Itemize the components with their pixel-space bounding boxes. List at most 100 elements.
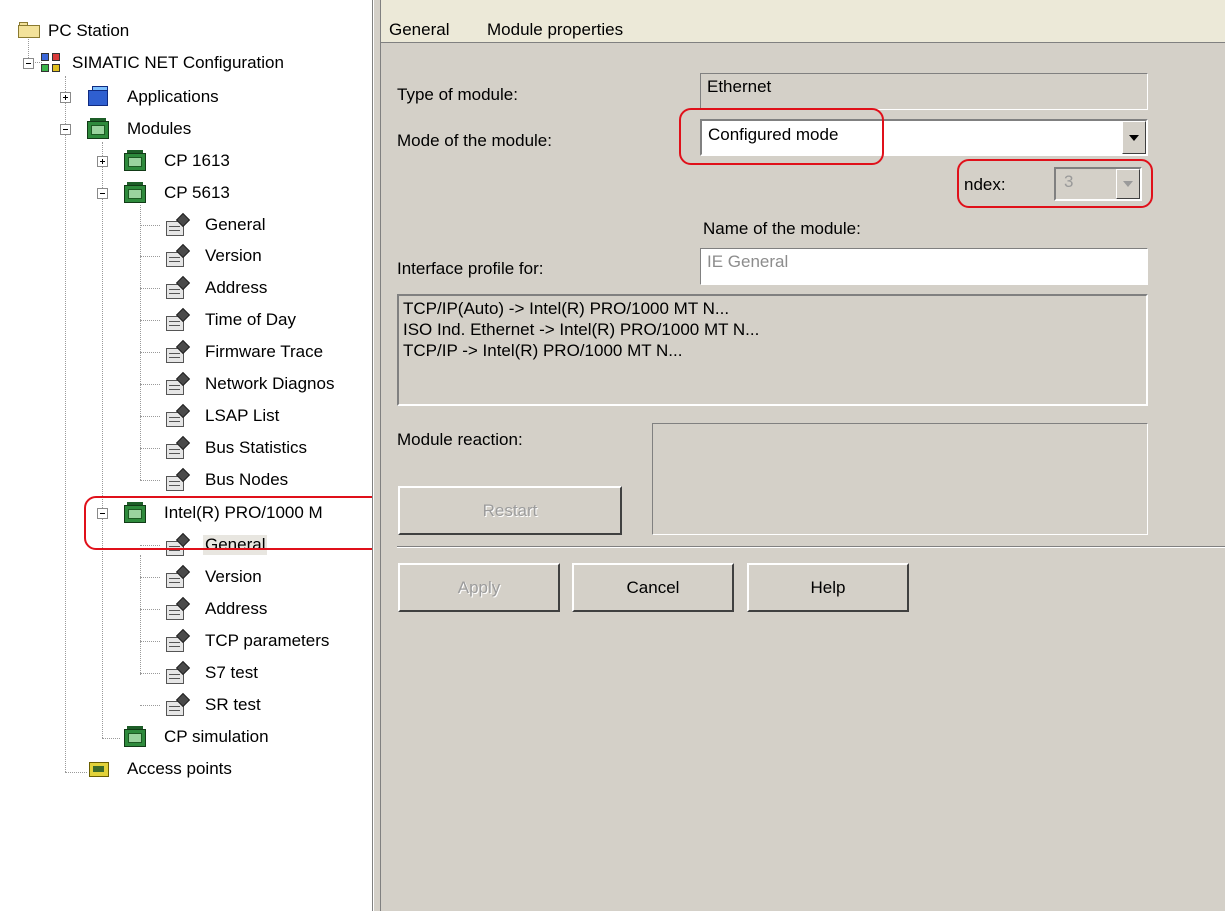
tree-connector [140,577,160,578]
tab-general[interactable]: General [389,20,449,40]
tree-item-label: Applications [127,87,219,106]
tree-item-cp5613-firmware-trace[interactable]: Firmware Trace [0,339,372,367]
collapse-icon[interactable] [97,508,108,519]
modules-icon [86,118,110,140]
tree-item-cp-simulation[interactable]: CP simulation [0,724,372,752]
tree-item-modules[interactable]: Modules [0,116,372,144]
properties-icon [165,467,191,492]
mode-of-module-dropdown[interactable]: Configured mode [700,119,1148,156]
properties-icon [165,307,191,332]
interface-profile-value: IE General [707,252,789,271]
expand-icon[interactable] [60,92,71,103]
tree-connector [140,320,160,321]
tree-item-cp5613-address[interactable]: Address [0,275,372,303]
index-dropdown[interactable]: 3 [1054,167,1142,201]
interface-list-item[interactable]: TCP/IP -> Intel(R) PRO/1000 MT N... [403,340,1142,361]
tree-connector [140,416,160,417]
restart-button-label: Restart [482,500,538,520]
module-reaction-label: Module reaction: [397,430,523,449]
apply-button[interactable]: Apply [398,563,560,612]
tree-item-label: S7 test [205,663,258,682]
module-icon [123,182,147,204]
tree-item-pc-station[interactable]: PC Station [0,18,372,46]
module-icon [123,726,147,748]
properties-icon [165,435,191,460]
apply-button-label: Apply [457,577,501,597]
type-of-module-field: Ethernet [700,73,1148,110]
tree-item-cp5613-network-diagnostics[interactable]: Network Diagnos [0,371,372,399]
help-button-label: Help [810,577,846,597]
tree-item-cp5613-time-of-day[interactable]: Time of Day [0,307,372,335]
tree-item-label: PC Station [48,21,130,40]
tree-item-label: SIMATIC NET Configuration [72,53,284,72]
tree-connector [140,384,160,385]
type-of-module-value: Ethernet [707,77,772,96]
interface-profile-field[interactable]: IE General [700,248,1148,285]
tree-item-intel-version[interactable]: Version [0,564,372,592]
tree-item-label: Bus Nodes [205,470,289,489]
tree-item-access-points[interactable]: Access points [0,756,372,784]
name-of-module-label: Name of the module: [703,219,861,238]
properties-icon [165,275,191,300]
tree-item-label: Network Diagnos [205,374,335,393]
collapse-icon[interactable] [60,124,71,135]
tree-item-intel-pro-1000[interactable]: Intel(R) PRO/1000 M [0,500,372,528]
tree-item-simatic-net-configuration[interactable]: SIMATIC NET Configuration [0,50,372,78]
network-configuration-icon [40,52,64,76]
tree-item-intel-tcp-parameters[interactable]: TCP parameters [0,628,372,656]
tree-item-intel-s7-test[interactable]: S7 test [0,660,372,688]
applications-icon [86,86,110,108]
collapse-icon[interactable] [23,58,34,69]
tree-item-cp5613-version[interactable]: Version [0,243,372,271]
tree-item-cp5613-lsap-list[interactable]: LSAP List [0,403,372,431]
navigation-tree[interactable]: PC Station SIMATIC NET Configuration App… [0,0,373,911]
tree-item-cp5613-bus-statistics[interactable]: Bus Statistics [0,435,372,463]
collapse-icon[interactable] [97,188,108,199]
tree-item-label: CP 1613 [164,151,230,170]
tab-module-properties[interactable]: Module properties [487,20,623,40]
tree-item-label: Version [205,246,262,265]
index-label: ndex: [964,175,1006,194]
tree-item-intel-address[interactable]: Address [0,596,372,624]
dropdown-button[interactable] [1122,121,1146,154]
expand-icon[interactable] [97,156,108,167]
tree-item-cp-5613[interactable]: CP 5613 [0,180,372,208]
tree-item-label: TCP parameters [205,631,330,650]
separator [397,546,1225,548]
tree-connector [140,545,160,546]
tree-connector [140,641,160,642]
tree-item-label: Access points [127,759,232,778]
interface-list-item[interactable]: TCP/IP(Auto) -> Intel(R) PRO/1000 MT N..… [403,298,1142,319]
cancel-button-label: Cancel [626,577,680,597]
restart-button[interactable]: Restart [398,486,622,535]
properties-icon [165,371,191,396]
tree-connector [140,352,160,353]
tree-connector [140,609,160,610]
help-button[interactable]: Help [747,563,909,612]
interface-list-item[interactable]: ISO Ind. Ethernet -> Intel(R) PRO/1000 M… [403,319,1142,340]
tree-item-cp5613-bus-nodes[interactable]: Bus Nodes [0,467,372,495]
chevron-down-icon [1129,134,1139,141]
tree-item-label: General [203,535,268,555]
tree-item-applications[interactable]: Applications [0,84,372,112]
tree-item-intel-general[interactable]: General [0,532,372,560]
properties-tab-bar: General Module properties [381,0,1225,43]
interface-list[interactable]: TCP/IP(Auto) -> Intel(R) PRO/1000 MT N..… [397,294,1148,406]
pane-splitter[interactable] [373,0,381,911]
cancel-button[interactable]: Cancel [572,563,734,612]
properties-icon [165,564,191,589]
properties-icon [165,692,191,717]
tree-item-label: SR test [205,695,261,714]
tree-item-label: Bus Statistics [205,438,308,457]
tree-item-cp-1613[interactable]: CP 1613 [0,148,372,176]
dropdown-button[interactable] [1116,169,1140,199]
type-of-module-label: Type of module: [397,85,518,104]
tree-item-label: Firmware Trace [205,342,324,361]
module-icon [123,502,147,524]
chevron-down-icon [1123,181,1133,187]
tree-item-label: Version [205,567,262,586]
tree-item-label: Intel(R) PRO/1000 M [164,503,323,522]
tree-item-label: CP simulation [164,727,269,746]
tree-item-cp5613-general[interactable]: General [0,212,372,240]
tree-item-intel-sr-test[interactable]: SR test [0,692,372,720]
